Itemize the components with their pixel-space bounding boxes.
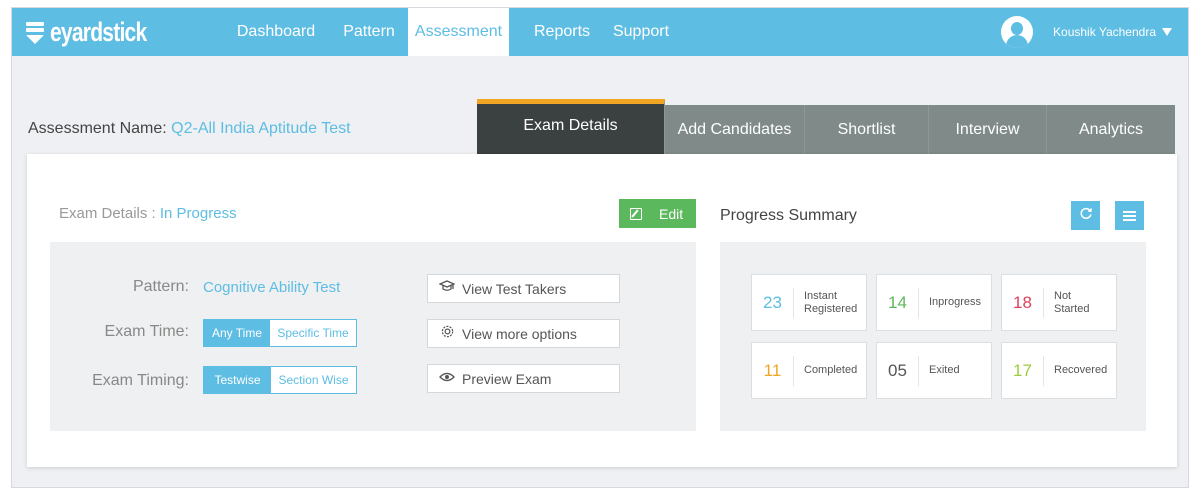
stat-value: 18 bbox=[1002, 287, 1044, 318]
exam-status: In Progress bbox=[159, 205, 237, 222]
exam-details-panel: Pattern: Cognitive Ability Test Exam Tim… bbox=[50, 242, 696, 431]
exam-time-toggle: Any Time Specific Time bbox=[203, 319, 357, 347]
progress-summary-title: Progress Summary bbox=[720, 207, 857, 224]
avatar bbox=[1001, 16, 1034, 48]
view-more-options-label: View more options bbox=[462, 325, 577, 342]
stat-completed[interactable]: 11 Completed bbox=[751, 342, 867, 399]
logo-icon bbox=[24, 20, 46, 46]
tab-shortlist[interactable]: Shortlist bbox=[805, 105, 929, 154]
graduation-cap-icon bbox=[436, 279, 458, 298]
stat-value: 17 bbox=[1002, 355, 1044, 386]
refresh-icon bbox=[1079, 206, 1093, 225]
tab-add-candidates[interactable]: Add Candidates bbox=[665, 105, 805, 154]
view-more-options-button[interactable]: View more options bbox=[427, 319, 620, 348]
stat-value: 23 bbox=[752, 287, 794, 318]
edit-button[interactable]: Edit bbox=[619, 199, 696, 228]
tab-interview[interactable]: Interview bbox=[929, 105, 1047, 154]
brand-name: eyardstick bbox=[50, 17, 147, 47]
user-menu[interactable]: Koushik Yachendra bbox=[1001, 16, 1172, 48]
assessment-name-value: Q2-All India Aptitude Test bbox=[171, 120, 351, 137]
assessment-name: Assessment Name: Q2-All India Aptitude T… bbox=[28, 120, 351, 138]
exam-time-any[interactable]: Any Time bbox=[204, 320, 270, 346]
exam-details-title: Exam Details : In Progress bbox=[59, 205, 237, 222]
exam-time-specific[interactable]: Specific Time bbox=[270, 320, 356, 346]
edit-icon bbox=[630, 207, 642, 220]
caret-down-icon bbox=[1162, 28, 1172, 36]
assessment-name-label: Assessment Name: bbox=[28, 120, 167, 137]
stat-label: Not Started bbox=[1054, 289, 1090, 315]
stat-label: Recovered bbox=[1054, 364, 1108, 376]
stat-label: Completed bbox=[804, 364, 858, 376]
exam-details-heading: Exam Details bbox=[59, 205, 148, 222]
stat-label: Instant Registered bbox=[804, 289, 858, 315]
stat-not-started[interactable]: 18 Not Started bbox=[1001, 274, 1117, 331]
stat-value: 11 bbox=[752, 355, 794, 386]
exam-timing-toggle: Testwise Section Wise bbox=[203, 366, 357, 394]
refresh-button[interactable] bbox=[1071, 201, 1100, 230]
eye-icon bbox=[436, 370, 458, 387]
stat-label: Inprogress bbox=[929, 296, 981, 308]
gear-icon bbox=[436, 324, 458, 343]
exam-details-card: Exam Details : In Progress Edit Pattern:… bbox=[27, 154, 1177, 467]
view-test-takers-button[interactable]: View Test Takers bbox=[427, 274, 620, 303]
menu-button[interactable] bbox=[1115, 201, 1144, 230]
top-navbar: eyardstick Dashboard Pattern Assessment … bbox=[12, 8, 1188, 56]
pattern-value[interactable]: Cognitive Ability Test bbox=[203, 279, 340, 296]
nav-support[interactable]: Support bbox=[607, 8, 675, 56]
view-test-takers-label: View Test Takers bbox=[462, 280, 567, 297]
pattern-label: Pattern: bbox=[132, 278, 189, 295]
stat-value: 05 bbox=[877, 355, 919, 386]
title-separator: : bbox=[147, 205, 160, 222]
tab-exam-details[interactable]: Exam Details bbox=[477, 99, 665, 154]
stat-instant-registered[interactable]: 23 Instant Registered bbox=[751, 274, 867, 331]
stat-recovered[interactable]: 17 Recovered bbox=[1001, 342, 1117, 399]
exam-timing-label: Exam Timing: bbox=[92, 372, 189, 389]
exam-time-label: Exam Time: bbox=[104, 323, 189, 340]
nav-pattern[interactable]: Pattern bbox=[334, 8, 404, 56]
preview-exam-button[interactable]: Preview Exam bbox=[427, 364, 620, 393]
app-window: eyardstick Dashboard Pattern Assessment … bbox=[11, 7, 1189, 488]
nav-dashboard[interactable]: Dashboard bbox=[226, 8, 326, 56]
nav-reports[interactable]: Reports bbox=[527, 8, 597, 56]
stat-value: 14 bbox=[877, 287, 919, 318]
nav-assessment[interactable]: Assessment bbox=[408, 8, 509, 56]
stat-exited[interactable]: 05 Exited bbox=[876, 342, 992, 399]
user-name: Koushik Yachendra bbox=[1053, 25, 1156, 39]
exam-timing-sectionwise[interactable]: Section Wise bbox=[271, 367, 356, 393]
preview-exam-label: Preview Exam bbox=[462, 370, 552, 387]
brand-logo[interactable]: eyardstick bbox=[24, 17, 174, 48]
exam-timing-testwise[interactable]: Testwise bbox=[204, 367, 271, 393]
tab-analytics[interactable]: Analytics bbox=[1047, 105, 1175, 154]
stat-inprogress[interactable]: 14 Inprogress bbox=[876, 274, 992, 331]
stat-label: Exited bbox=[929, 364, 960, 376]
progress-summary-panel: 23 Instant Registered 14 Inprogress 18 No… bbox=[720, 242, 1146, 431]
menu-icon bbox=[1123, 209, 1136, 223]
edit-label: Edit bbox=[659, 205, 684, 222]
